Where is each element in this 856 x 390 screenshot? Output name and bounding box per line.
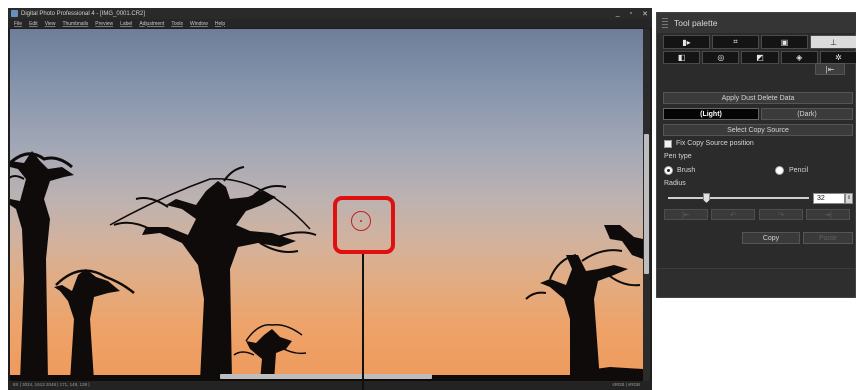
menu-thumbnails[interactable]: Thumbnails	[62, 21, 88, 27]
menu-help[interactable]: Help	[215, 21, 225, 27]
pencil-label: Pencil	[789, 167, 809, 174]
menu-tools[interactable]: Tools	[171, 21, 183, 27]
tool-tabs-row1: ▮▸ ⌗ ▣ ⊥	[663, 35, 856, 49]
tool-palette-titlebar[interactable]: Tool palette	[657, 13, 856, 33]
baobab-silhouette-photo	[10, 151, 643, 381]
status-bar: 8X | 3024, 1613 2048 | 171, 148, 139 | s…	[8, 381, 652, 390]
picture-style-icon: ◧	[677, 53, 686, 62]
tone-curve-icon: ◩	[756, 53, 764, 62]
crop-tab[interactable]: ⌗	[712, 35, 759, 49]
restore-button[interactable]: ▫	[630, 10, 632, 17]
basic-adjust-icon: ▮▸	[682, 37, 691, 47]
close-button[interactable]: ✕	[642, 10, 648, 18]
tool-palette-title: Tool palette	[674, 18, 718, 28]
redo-all-button[interactable]: ⇥|	[806, 209, 850, 220]
lens-correction-icon: ◎	[717, 53, 725, 62]
radius-input[interactable]: 32	[813, 193, 845, 204]
undo-all-icon: |⇤	[682, 211, 690, 219]
main-window: Digital Photo Professional 4 - [IMG_0001…	[8, 8, 652, 390]
image-frame-tab[interactable]: ▣	[761, 35, 808, 49]
tone-curve-tab[interactable]: ◩	[741, 51, 779, 64]
app-icon	[11, 10, 18, 17]
select-copy-source-button[interactable]: Select Copy Source	[663, 124, 853, 136]
redo-button[interactable]: ↷	[759, 209, 803, 220]
revert-icon: |⇤	[825, 64, 835, 74]
pen-type-label: Pen type	[664, 153, 692, 160]
fix-copy-source-label: Fix Copy Source position	[676, 140, 754, 147]
radius-label: Radius	[664, 180, 686, 187]
callout-highlight-box	[333, 196, 395, 254]
basic-adjust-tab[interactable]: ▮▸	[663, 35, 710, 49]
stamp-icon: ⊥	[830, 37, 837, 47]
radius-slider-track[interactable]	[668, 197, 809, 199]
status-pixel-info: 8X | 3024, 1613 2048 | 171, 148, 139 |	[13, 382, 90, 387]
menu-adjustment[interactable]: Adjustment	[139, 21, 164, 27]
image-preview[interactable]	[10, 29, 643, 381]
brush-label: Brush	[677, 167, 696, 174]
menu-file[interactable]: File	[14, 21, 22, 27]
redo-all-icon: ⇥|	[824, 211, 832, 219]
redo-icon: ↷	[778, 211, 784, 219]
color-icon: ◈	[796, 53, 803, 62]
image-frame-icon: ▣	[780, 37, 789, 47]
undo-icon: ↶	[730, 211, 736, 219]
lens-correction-tab[interactable]: ◎	[702, 51, 740, 64]
revert-button[interactable]: |⇤	[815, 63, 845, 75]
fix-copy-source-checkbox[interactable]	[664, 140, 672, 148]
tool-palette-footer	[657, 268, 855, 297]
settings-icon: ✲	[835, 53, 842, 62]
light-button[interactable]: (Light)	[663, 108, 759, 120]
menu-preview[interactable]: Preview	[95, 21, 113, 27]
brush-radio[interactable]	[664, 166, 673, 175]
undo-all-button[interactable]: |⇤	[664, 209, 708, 220]
vertical-scrollbar[interactable]	[643, 29, 650, 381]
title-bar: Digital Photo Professional 4 - [IMG_0001…	[8, 8, 652, 19]
callout-leader-line	[362, 254, 364, 390]
menu-view[interactable]: View	[45, 21, 56, 27]
menu-label[interactable]: Label	[120, 21, 132, 27]
apply-dust-delete-button[interactable]: Apply Dust Delete Data	[663, 92, 853, 104]
menu-edit[interactable]: Edit	[29, 21, 38, 27]
pencil-radio[interactable]	[775, 166, 784, 175]
vertical-scroll-thumb[interactable]	[644, 134, 649, 274]
minimize-button[interactable]: _	[616, 10, 620, 17]
status-color-space: sRGB | sRGB	[612, 382, 640, 387]
dark-button[interactable]: (Dark)	[761, 108, 853, 120]
color-tab[interactable]: ◈	[780, 51, 818, 64]
horizontal-scroll-thumb[interactable]	[220, 374, 432, 379]
menu-bar: File Edit View Thumbnails Preview Label …	[8, 19, 652, 28]
paste-button[interactable]: Paste	[803, 232, 853, 244]
window-controls: _ ▫ ✕	[616, 8, 648, 19]
radius-spin-button[interactable]: ⇕	[845, 193, 853, 204]
crop-icon: ⌗	[733, 37, 738, 46]
menu-window[interactable]: Window	[190, 21, 208, 27]
picture-style-tab[interactable]: ◧	[663, 51, 701, 64]
copy-button[interactable]: Copy	[742, 232, 800, 244]
window-title: Digital Photo Professional 4 - [IMG_0001…	[21, 10, 146, 17]
drag-grip-icon[interactable]	[662, 18, 668, 28]
stamp-tab[interactable]: ⊥	[810, 35, 856, 49]
undo-button[interactable]: ↶	[711, 209, 755, 220]
